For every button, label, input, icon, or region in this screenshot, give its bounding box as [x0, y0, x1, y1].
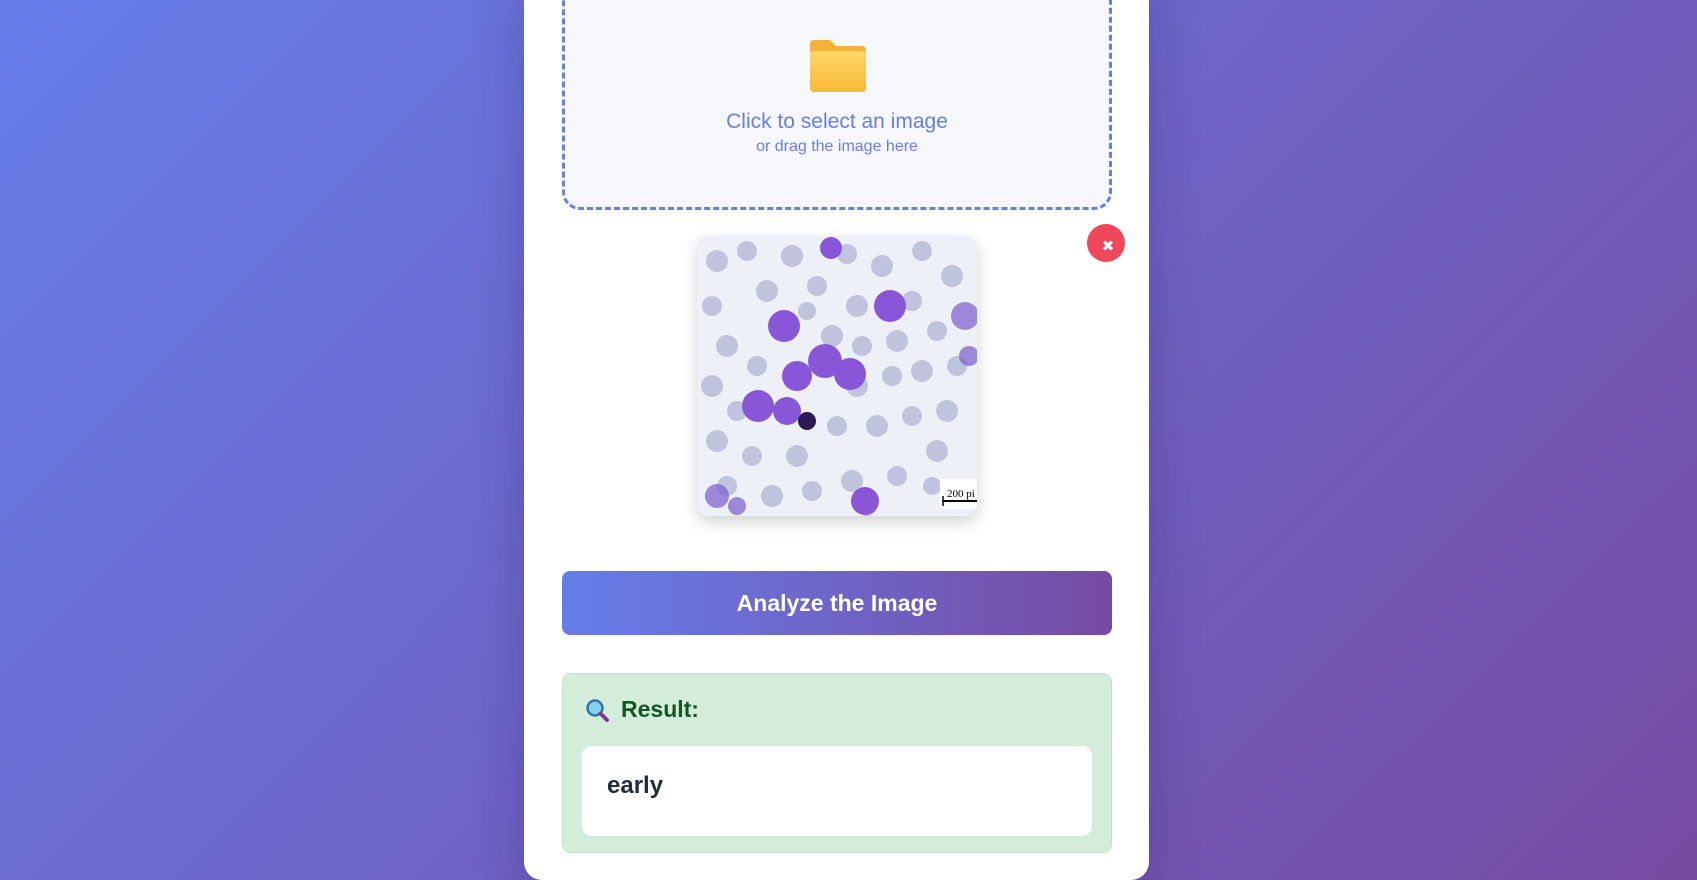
- result-panel: Result: early: [562, 673, 1112, 853]
- close-icon: ✖: [1101, 238, 1115, 255]
- result-value: early: [607, 772, 664, 799]
- blood-smear-image: 200 pi: [697, 236, 977, 516]
- folder-icon: [810, 40, 866, 92]
- upload-card: Click to select an image or drag the ima…: [524, 0, 1149, 880]
- result-header: Result:: [585, 696, 699, 723]
- upload-dropzone[interactable]: Click to select an image or drag the ima…: [562, 0, 1112, 210]
- analyze-button[interactable]: Analyze the Image: [562, 571, 1112, 635]
- upload-instruction: Click to select an image: [726, 110, 948, 133]
- result-value-box: early: [582, 746, 1092, 836]
- scale-bar-label: 200 pi: [947, 488, 975, 500]
- remove-image-button[interactable]: ✖: [1087, 224, 1125, 262]
- upload-hint: or drag the image here: [756, 138, 918, 155]
- result-title: Result:: [621, 696, 699, 722]
- magnifier-icon: [586, 698, 609, 722]
- image-preview: 200 pi: [697, 236, 977, 516]
